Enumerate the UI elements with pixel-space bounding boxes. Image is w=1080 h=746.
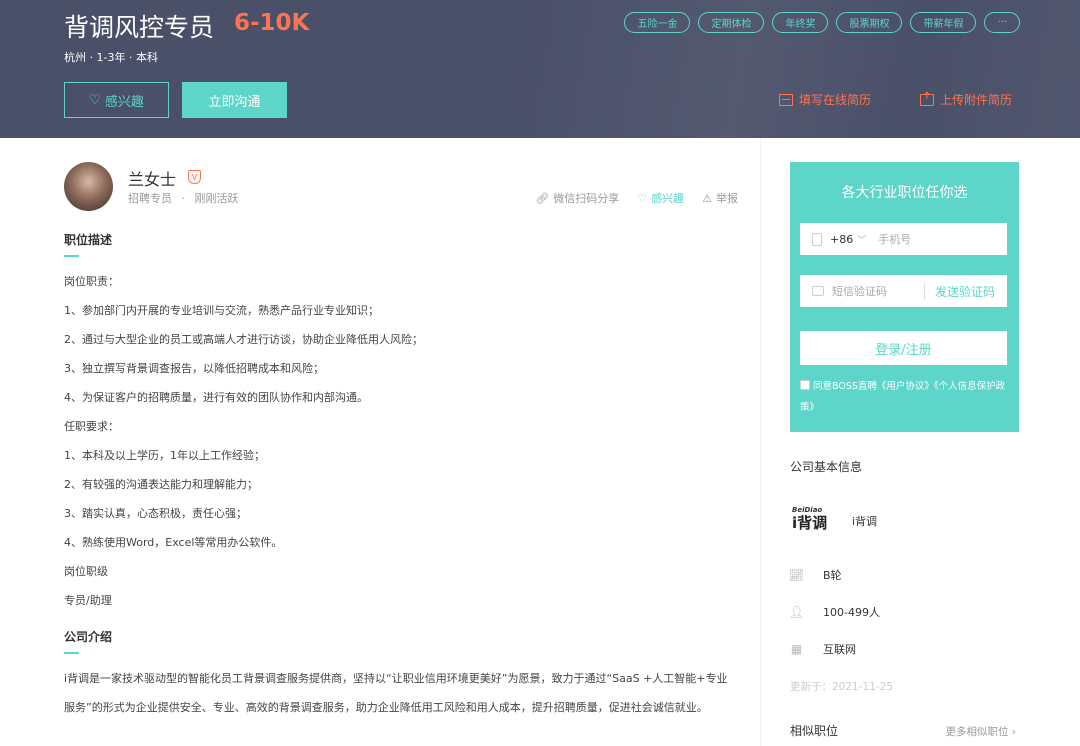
code-field[interactable]: 短信验证码 发送验证码: [800, 275, 1007, 307]
desc-line: 任职要求：: [64, 420, 119, 433]
salary: 6-10K: [234, 10, 310, 36]
benefit-tag: 年终奖: [772, 12, 829, 33]
desc-line: 1、参加部门内开展的专业培训与交流，熟悉产品行业专业知识；: [64, 304, 379, 317]
more-tags-button[interactable]: ···: [984, 12, 1020, 33]
benefit-tags: 五险一金 定期体检 年终奖 股票期权 带薪年假 ···: [624, 12, 1020, 33]
meta-separator: ·: [181, 192, 186, 205]
company-intro-text: i背调是一家技术驱动型的智能化员工背景调查服务提供商，坚持以“让职业信用环境更美…: [64, 664, 744, 722]
link-icon: 🔗︎: [535, 191, 550, 205]
job-actions: 🔗︎ 微信扫码分享 ♡ 感兴趣 ⚠ 举报: [535, 190, 738, 206]
desc-line: 专员/助理: [64, 594, 112, 607]
job-description-title: 职位描述: [64, 233, 113, 247]
interest-action[interactable]: ♡ 感兴趣: [637, 190, 684, 206]
interest-action-label: 感兴趣: [651, 192, 685, 205]
agreement-checkbox[interactable]: [800, 380, 810, 390]
fill-resume-label: 填写在线简历: [799, 93, 872, 107]
fill-resume-link[interactable]: 填写在线简历: [779, 91, 871, 108]
chart-icon: 📈︎: [788, 568, 805, 582]
agreement-text[interactable]: 同意BOSS直聘《用户协议》《个人信息保护政策》: [800, 381, 1005, 413]
upload-icon: [920, 91, 934, 106]
desc-line: 岗位职级: [64, 565, 108, 578]
company-logo[interactable]: BeiDiao i背调: [792, 506, 836, 534]
resume-form-icon: [779, 93, 793, 106]
heart-icon: ♡: [89, 92, 101, 108]
heart-icon: ♡: [637, 191, 648, 205]
upload-resume-link[interactable]: 上传附件简历: [920, 91, 1012, 108]
section-underline: [64, 652, 79, 654]
desc-line: 2、通过与大型企业的员工或高端人才进行访谈，协助企业降低用人风险；: [64, 333, 423, 346]
logo-big-text: i背调: [792, 514, 828, 532]
login-card: 各大行业职位任你选 +86 ﹀ 手机号 短信验证码 发送验证码 登录/注册 同意…: [790, 162, 1019, 432]
company-stage: B轮: [823, 569, 842, 582]
desc-line: 3、独立撰写背景调查报告，以降低招聘成本和风险；: [64, 362, 324, 375]
job-title: 背调风控专员: [64, 13, 215, 42]
share-button[interactable]: 🔗︎ 微信扫码分享: [535, 190, 619, 206]
person-icon: 👤︎: [788, 605, 805, 619]
login-register-button[interactable]: 登录/注册: [800, 331, 1007, 365]
country-code[interactable]: +86: [830, 233, 853, 246]
login-title: 各大行业职位任你选: [841, 185, 968, 201]
interest-button-label: 感兴趣: [104, 94, 144, 110]
company-stage-row: 📈︎ B轮: [788, 567, 842, 583]
intro-line: i背调是一家技术驱动型的智能化员工背景调查服务提供商，坚持以“让职业信用环境更美…: [64, 672, 728, 685]
recruiter-avatar: [64, 162, 113, 211]
job-header-banner: 背调风控专员 6-10K 杭州 · 1-3年 · 本科 ♡ 感兴趣 立即沟通 五…: [0, 0, 1080, 138]
benefit-tag: 定期体检: [698, 12, 765, 33]
verified-badge-icon: V: [188, 170, 201, 184]
report-label: 举报: [716, 192, 738, 205]
desc-line: 2、有较强的沟通表达能力和理解能力；: [64, 478, 258, 491]
phone-icon: [812, 232, 822, 246]
benefit-tag: 带薪年假: [910, 12, 977, 33]
interest-button[interactable]: ♡ 感兴趣: [64, 82, 169, 118]
intro-line: 服务”的形式为企业提供安全、专业、高效的背景调查服务，助力企业降低用工风险和用人…: [64, 701, 708, 714]
grid-icon: ▦: [790, 642, 803, 656]
company-intro-title: 公司介绍: [64, 630, 113, 644]
desc-line: 1、本科及以上学历，1年以上工作经验；: [64, 449, 265, 462]
company-info-title: 公司基本信息: [790, 460, 863, 474]
recruiter-role: 招聘专员: [128, 192, 172, 205]
share-label: 微信扫码分享: [553, 192, 620, 205]
job-meta: 杭州 · 1-3年 · 本科: [64, 51, 158, 64]
recruiter-meta: 招聘专员 · 刚刚活跃: [128, 190, 239, 206]
company-size-row: 👤︎ 100-499人: [788, 604, 880, 620]
more-similar-jobs-link[interactable]: 更多相似职位 ›: [945, 724, 1016, 739]
phone-input[interactable]: 手机号: [878, 231, 911, 247]
benefit-tag: 五险一金: [624, 12, 691, 33]
company-name[interactable]: i背调: [852, 513, 877, 529]
desc-line: 4、熟练使用Word，Excel等常用办公软件。: [64, 536, 283, 549]
section-underline: [64, 255, 79, 257]
desc-line: 3、踏实认真，心态积极，责任心强；: [64, 507, 247, 520]
phone-field[interactable]: +86 ﹀ 手机号: [800, 223, 1007, 255]
desc-line: 岗位职责：: [64, 275, 119, 288]
send-code-button[interactable]: 发送验证码: [923, 282, 995, 300]
similar-jobs-title: 相似职位: [790, 724, 839, 738]
chevron-down-icon: ﹀: [857, 235, 867, 246]
company-industry: 互联网: [823, 643, 856, 656]
benefit-tag: 股票期权: [836, 12, 903, 33]
chat-now-button[interactable]: 立即沟通: [182, 82, 287, 118]
warning-icon: ⚠: [702, 191, 712, 205]
agreement: 同意BOSS直聘《用户协议》《个人信息保护政策》: [800, 376, 1012, 418]
desc-line: 4、为保证客户的招聘质量，进行有效的团队协作和内部沟通。: [64, 391, 368, 404]
column-divider: [760, 138, 761, 746]
company-industry-row: ▦ 互联网: [790, 641, 856, 657]
report-button[interactable]: ⚠ 举报: [702, 190, 738, 206]
upload-resume-label: 上传附件简历: [940, 93, 1013, 107]
mail-icon: [812, 286, 824, 296]
recruiter-status: 刚刚活跃: [194, 192, 239, 205]
job-description: 岗位职责： 1、参加部门内开展的专业培训与交流，熟悉产品行业专业知识； 2、通过…: [64, 267, 744, 615]
updated-date: 更新于：2021-11-25: [790, 681, 894, 693]
recruiter-name: 兰女士: [128, 170, 177, 189]
sms-code-input[interactable]: 短信验证码: [832, 283, 887, 299]
logo-small-text: BeiDiao: [792, 506, 823, 514]
company-size: 100-499人: [823, 606, 880, 619]
